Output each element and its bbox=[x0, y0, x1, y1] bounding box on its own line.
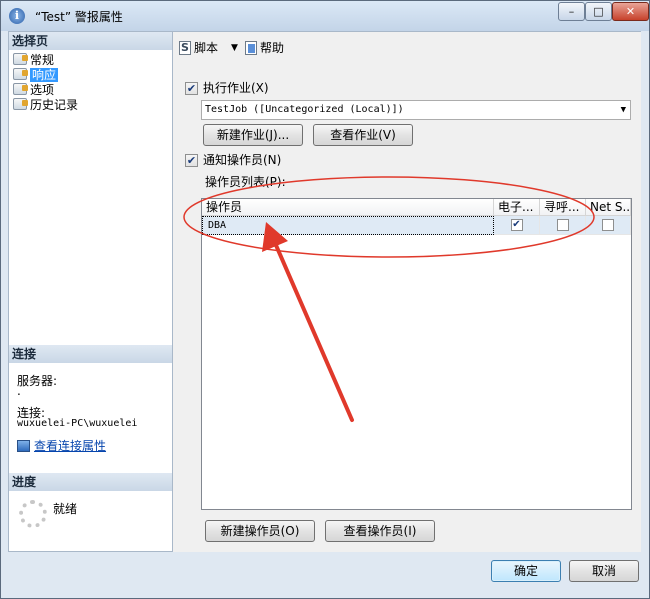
email-cell: ✔ bbox=[494, 216, 540, 235]
pager-checkbox[interactable] bbox=[556, 219, 569, 231]
script-button[interactable]: 脚本 bbox=[179, 40, 218, 56]
progress-spinner-icon bbox=[19, 500, 47, 528]
view-connection-link-label: 查看连接属性 bbox=[34, 439, 107, 453]
ok-button[interactable]: 确定 bbox=[491, 560, 561, 582]
minimize-button[interactable]: – bbox=[558, 2, 585, 21]
alert-properties-dialog: i “Test” 警报属性 – □ ✕ 选择页 常规 响应 选项 历史记录 连接… bbox=[0, 0, 650, 599]
operator-grid[interactable]: 操作员 电子... 寻呼... Net S... DBA ✔ bbox=[201, 198, 632, 510]
column-header-email[interactable]: 电子... bbox=[494, 199, 540, 216]
new-job-button[interactable]: 新建作业(J)... bbox=[203, 124, 303, 146]
left-panel: 选择页 常规 响应 选项 历史记录 连接 服务器: . 连接: wuxuelei… bbox=[8, 31, 173, 552]
operator-name-cell[interactable]: DBA bbox=[202, 216, 494, 235]
dialog-footer: 确定 取消 bbox=[1, 552, 649, 598]
nav-item-label: 响应 bbox=[30, 68, 59, 82]
select-page-header: 选择页 bbox=[9, 32, 172, 50]
script-label: 脚本 bbox=[194, 41, 219, 55]
view-job-button[interactable]: 查看作业(V) bbox=[313, 124, 413, 146]
notify-operators-checkbox[interactable]: ✔ bbox=[185, 154, 198, 167]
execute-job-checkbox[interactable]: ✔ bbox=[185, 82, 198, 95]
net-send-cell bbox=[586, 216, 631, 235]
title-bar: i “Test” 警报属性 – □ ✕ bbox=[1, 1, 649, 31]
column-header-operator[interactable]: 操作员 bbox=[202, 199, 494, 216]
script-icon bbox=[179, 40, 191, 56]
close-button[interactable]: ✕ bbox=[612, 2, 649, 21]
nav-item-general[interactable]: 常规 bbox=[13, 53, 54, 68]
page-icon bbox=[13, 83, 28, 95]
operator-list-label: 操作员列表(P): bbox=[205, 175, 286, 189]
help-label: 帮助 bbox=[260, 41, 285, 55]
view-connection-properties-link[interactable]: 查看连接属性 bbox=[17, 437, 106, 454]
nav-item-history[interactable]: 历史记录 bbox=[13, 98, 78, 113]
cancel-button[interactable]: 取消 bbox=[569, 560, 639, 582]
dialog-info-icon: i bbox=[9, 8, 25, 24]
pager-cell bbox=[540, 216, 586, 235]
server-label: 服务器: bbox=[17, 374, 58, 388]
job-select[interactable]: TestJob ([Uncategorized (Local)]) ▼ bbox=[201, 100, 631, 120]
execute-job-label: 执行作业(X) bbox=[203, 81, 269, 95]
nav-item-label: 历史记录 bbox=[30, 98, 79, 112]
connection-header: 连接 bbox=[9, 345, 172, 363]
server-value: . bbox=[17, 384, 21, 398]
view-operator-button[interactable]: 查看操作员(I) bbox=[325, 520, 435, 542]
script-dropdown-arrow-icon[interactable]: ▼ bbox=[231, 40, 238, 56]
nav-item-label: 选项 bbox=[30, 83, 55, 97]
response-page: 脚本 ▼ 帮助 ✔ 执行作业(X) TestJob ([Uncategorize… bbox=[173, 31, 641, 552]
window-title: “Test” 警报属性 bbox=[35, 10, 123, 24]
connection-value: wuxuelei-PC\wuxuelei bbox=[17, 418, 138, 429]
help-button[interactable]: 帮助 bbox=[245, 40, 284, 56]
nav-item-response[interactable]: 响应 bbox=[13, 68, 59, 83]
column-header-net-send[interactable]: Net S... bbox=[586, 199, 631, 216]
page-icon bbox=[13, 53, 28, 65]
progress-header: 进度 bbox=[9, 473, 172, 491]
page-icon bbox=[13, 68, 28, 80]
connection-icon bbox=[17, 440, 30, 452]
page-icon bbox=[13, 98, 28, 110]
progress-status: 就绪 bbox=[53, 502, 78, 516]
net-send-checkbox[interactable] bbox=[602, 219, 614, 231]
maximize-button[interactable]: □ bbox=[585, 2, 612, 21]
nav-item-label: 常规 bbox=[30, 53, 55, 67]
chevron-down-icon: ▼ bbox=[620, 105, 626, 115]
email-checkbox[interactable]: ✔ bbox=[510, 219, 523, 231]
nav-item-options[interactable]: 选项 bbox=[13, 83, 54, 98]
job-select-value: TestJob ([Uncategorized (Local)]) bbox=[205, 104, 404, 115]
new-operator-button[interactable]: 新建操作员(O) bbox=[205, 520, 315, 542]
notify-operators-label: 通知操作员(N) bbox=[203, 153, 282, 167]
help-icon bbox=[245, 41, 257, 55]
column-header-pager[interactable]: 寻呼... bbox=[540, 199, 586, 216]
